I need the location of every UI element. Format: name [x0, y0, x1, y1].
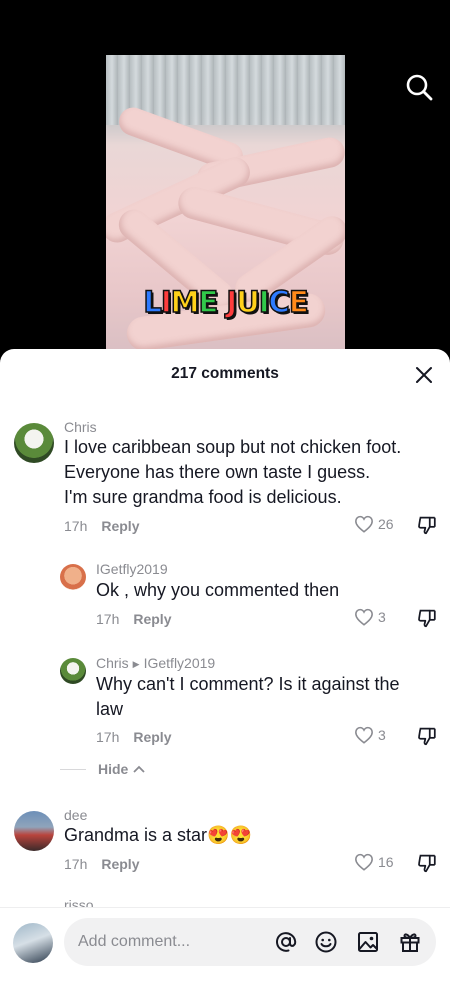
comment-text-line: I love caribbean soup but not chicken fo…	[64, 437, 402, 457]
gift-icon[interactable]	[398, 930, 422, 954]
like-button[interactable]: 3	[354, 726, 386, 744]
chevron-up-icon	[133, 765, 145, 773]
comment-username[interactable]: dee	[64, 807, 87, 823]
comment-input-bar	[0, 907, 450, 1000]
heart-outline-icon	[355, 515, 373, 533]
reply-to-username: IGetfly2019	[143, 655, 216, 671]
comment-text-line: law	[96, 699, 124, 719]
avatar[interactable]	[14, 423, 54, 463]
comment-time: 17h	[96, 611, 120, 627]
avatar[interactable]	[60, 564, 86, 590]
divider	[60, 768, 86, 770]
comment-time: 17h	[64, 518, 88, 534]
comment-meta: 17h Reply	[96, 729, 171, 745]
comments-sheet: 217 comments Chris I love caribbean soup…	[0, 349, 450, 1000]
comment-input[interactable]	[78, 918, 258, 966]
comment-text: I love caribbean soup but not chicken fo…	[64, 435, 444, 510]
comment-text-line: Why can't I comment? Is it against the	[96, 674, 400, 694]
comment-text: Ok , why you commented then	[96, 578, 436, 603]
hide-replies-button[interactable]: Hide	[60, 761, 146, 777]
caption-letter: E	[288, 284, 309, 320]
comment-input-container[interactable]	[64, 918, 436, 966]
caption-letter: C	[268, 284, 291, 320]
caption-letter: U	[235, 284, 260, 320]
comment-username[interactable]: Chris ▶ IGetfly2019	[96, 655, 215, 671]
comment-emoji: 😍😍	[207, 825, 252, 845]
user-avatar[interactable]	[13, 923, 53, 963]
caption-letter: J	[226, 284, 238, 320]
like-count: 16	[378, 854, 394, 870]
caption-letter: I	[258, 284, 270, 320]
comment-username-text: Chris	[96, 655, 129, 671]
comment-time: 17h	[64, 856, 88, 872]
thumbs-down-icon[interactable]	[416, 725, 438, 747]
like-button[interactable]: 3	[354, 608, 386, 626]
smiley-icon[interactable]	[314, 930, 338, 954]
reply-button[interactable]: Reply	[101, 518, 139, 534]
comment-text-line: I'm sure grandma food is delicious.	[64, 487, 342, 507]
comment-text: Why can't I comment? Is it against the l…	[96, 672, 441, 722]
comment-count: 217 comments	[171, 365, 279, 382]
caption-letter: I	[160, 284, 172, 320]
comment-username[interactable]: Chris	[64, 419, 97, 435]
like-count: 3	[378, 609, 386, 625]
avatar[interactable]	[60, 658, 86, 684]
caption-letter: M	[170, 284, 200, 320]
caption-word: LIME	[143, 284, 219, 320]
like-button[interactable]: 16	[354, 853, 394, 871]
comment-time: 17h	[96, 729, 120, 745]
search-icon[interactable]	[404, 72, 434, 102]
comment-text-line: Everyone has there own taste I guess.	[64, 462, 371, 482]
comment-text: Grandma is a star😍😍	[64, 823, 434, 848]
comment-meta: 17h Reply	[64, 856, 139, 872]
screen: LIME JUICE 217 comments Chris I love car…	[0, 0, 450, 1000]
like-button[interactable]: 26	[354, 515, 394, 533]
like-count: 26	[378, 516, 394, 532]
reply-button[interactable]: Reply	[133, 729, 171, 745]
thumbs-down-icon[interactable]	[416, 852, 438, 874]
like-count: 3	[378, 727, 386, 743]
video-player[interactable]: LIME JUICE	[106, 55, 345, 355]
comments-header: 217 comments	[0, 349, 450, 399]
at-sign-icon[interactable]	[274, 930, 298, 954]
reply-arrow-icon: ▶	[132, 659, 140, 669]
video-caption: LIME JUICE	[106, 284, 345, 320]
thumbs-down-icon[interactable]	[416, 514, 438, 536]
thumbs-down-icon[interactable]	[416, 607, 438, 629]
reply-button[interactable]: Reply	[133, 611, 171, 627]
comment-text-line: Grandma is a star	[64, 825, 208, 845]
comment-username[interactable]: IGetfly2019	[96, 561, 168, 577]
heart-outline-icon	[355, 608, 373, 626]
comment-text-line: Ok , why you commented then	[96, 580, 340, 600]
avatar[interactable]	[14, 811, 54, 851]
hide-label: Hide	[98, 761, 129, 777]
heart-outline-icon	[355, 726, 373, 744]
heart-outline-icon	[355, 853, 373, 871]
close-icon[interactable]	[414, 365, 434, 385]
reply-button[interactable]: Reply	[101, 856, 139, 872]
caption-letter: E	[198, 284, 219, 320]
comment-meta: 17h Reply	[64, 518, 139, 534]
image-icon[interactable]	[356, 930, 380, 954]
caption-letter: L	[143, 284, 163, 320]
comment-meta: 17h Reply	[96, 611, 171, 627]
caption-word: JUICE	[226, 284, 310, 320]
